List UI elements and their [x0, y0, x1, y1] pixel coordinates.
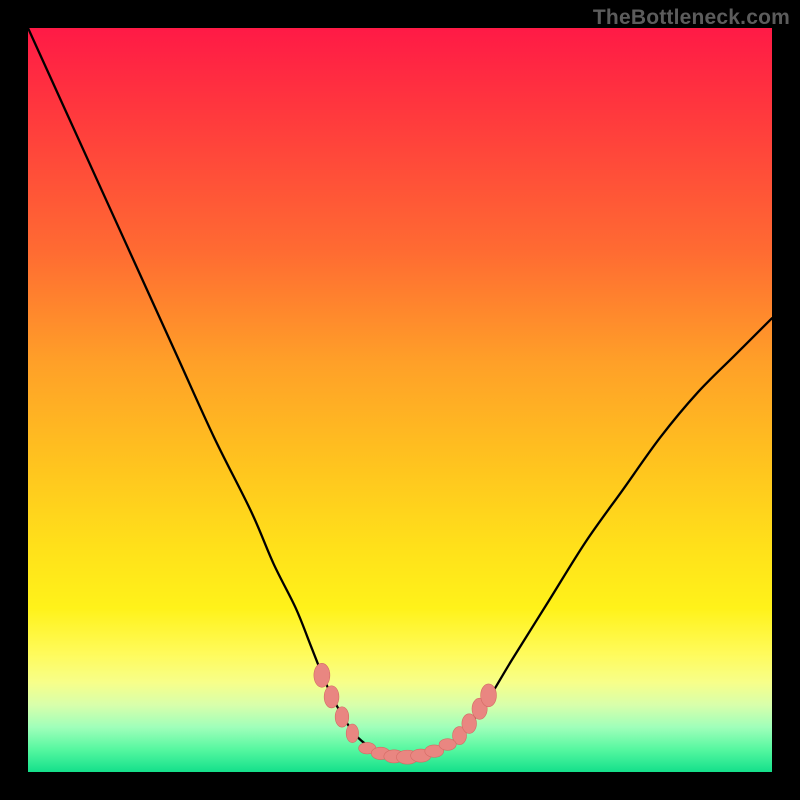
bead [314, 663, 330, 687]
chart-frame: TheBottleneck.com [0, 0, 800, 800]
bead [335, 707, 349, 727]
bead [346, 724, 358, 743]
bottleneck-curve [28, 28, 772, 757]
bead [439, 739, 456, 751]
bead [481, 684, 497, 707]
watermark-text: TheBottleneck.com [593, 6, 790, 30]
bead-cluster-left [314, 663, 359, 742]
bead-cluster-right [453, 684, 497, 745]
bead-row-bottom [359, 739, 457, 764]
chart-svg [0, 0, 800, 800]
bead [324, 686, 339, 708]
